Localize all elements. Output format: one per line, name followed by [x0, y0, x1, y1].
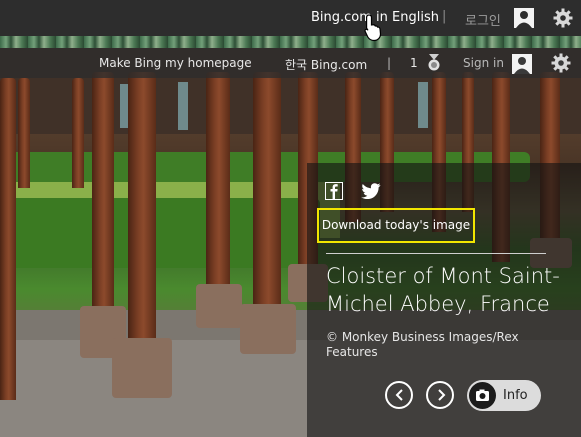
topbar-separator: |: [442, 9, 447, 24]
window: [120, 84, 128, 128]
settings-gear-icon[interactable]: [551, 53, 571, 73]
column: [253, 72, 281, 312]
window: [178, 82, 188, 130]
settings-gear-icon[interactable]: [553, 8, 573, 28]
column: [92, 72, 114, 322]
info-label: Info: [503, 388, 528, 403]
login-link[interactable]: 로그인: [465, 10, 501, 29]
make-homepage-link[interactable]: Make Bing my homepage: [99, 56, 252, 70]
twitter-icon[interactable]: [361, 183, 381, 201]
column: [206, 72, 230, 292]
column-base: [196, 284, 242, 328]
column: [18, 78, 30, 188]
facebook-icon[interactable]: [325, 182, 343, 200]
previous-image-button[interactable]: [385, 381, 413, 409]
user-avatar-icon[interactable]: [514, 8, 534, 28]
sign-in-link[interactable]: Sign in: [463, 56, 504, 70]
column-base: [112, 338, 172, 398]
mouse-cursor-icon: [364, 14, 382, 42]
korea-bing-link[interactable]: 한국 Bing.com: [285, 56, 367, 73]
column: [0, 78, 16, 400]
window: [418, 82, 428, 128]
decorative-strip: [0, 36, 581, 48]
info-button[interactable]: Info: [467, 380, 541, 411]
header-separator: |: [387, 56, 392, 70]
column-base: [240, 304, 296, 354]
column: [128, 72, 156, 362]
top-bar: Bing.com in English | 로그인: [0, 0, 581, 36]
rewards-count: 1: [410, 56, 418, 70]
image-title[interactable]: Cloister of Mont Saint-Michel Abbey, Fra…: [326, 262, 566, 318]
next-image-button[interactable]: [426, 381, 454, 409]
panel-divider: [326, 253, 546, 254]
column: [72, 78, 84, 188]
download-image-button[interactable]: Download today's image: [317, 208, 475, 243]
camera-icon: [469, 382, 496, 409]
image-credit: © Monkey Business Images/Rex Features: [326, 330, 519, 359]
bing-header: Make Bing my homepage 한국 Bing.com | 1 Si…: [0, 48, 581, 78]
signin-avatar-icon[interactable]: [512, 54, 532, 74]
rewards-medal-icon[interactable]: [426, 54, 442, 72]
